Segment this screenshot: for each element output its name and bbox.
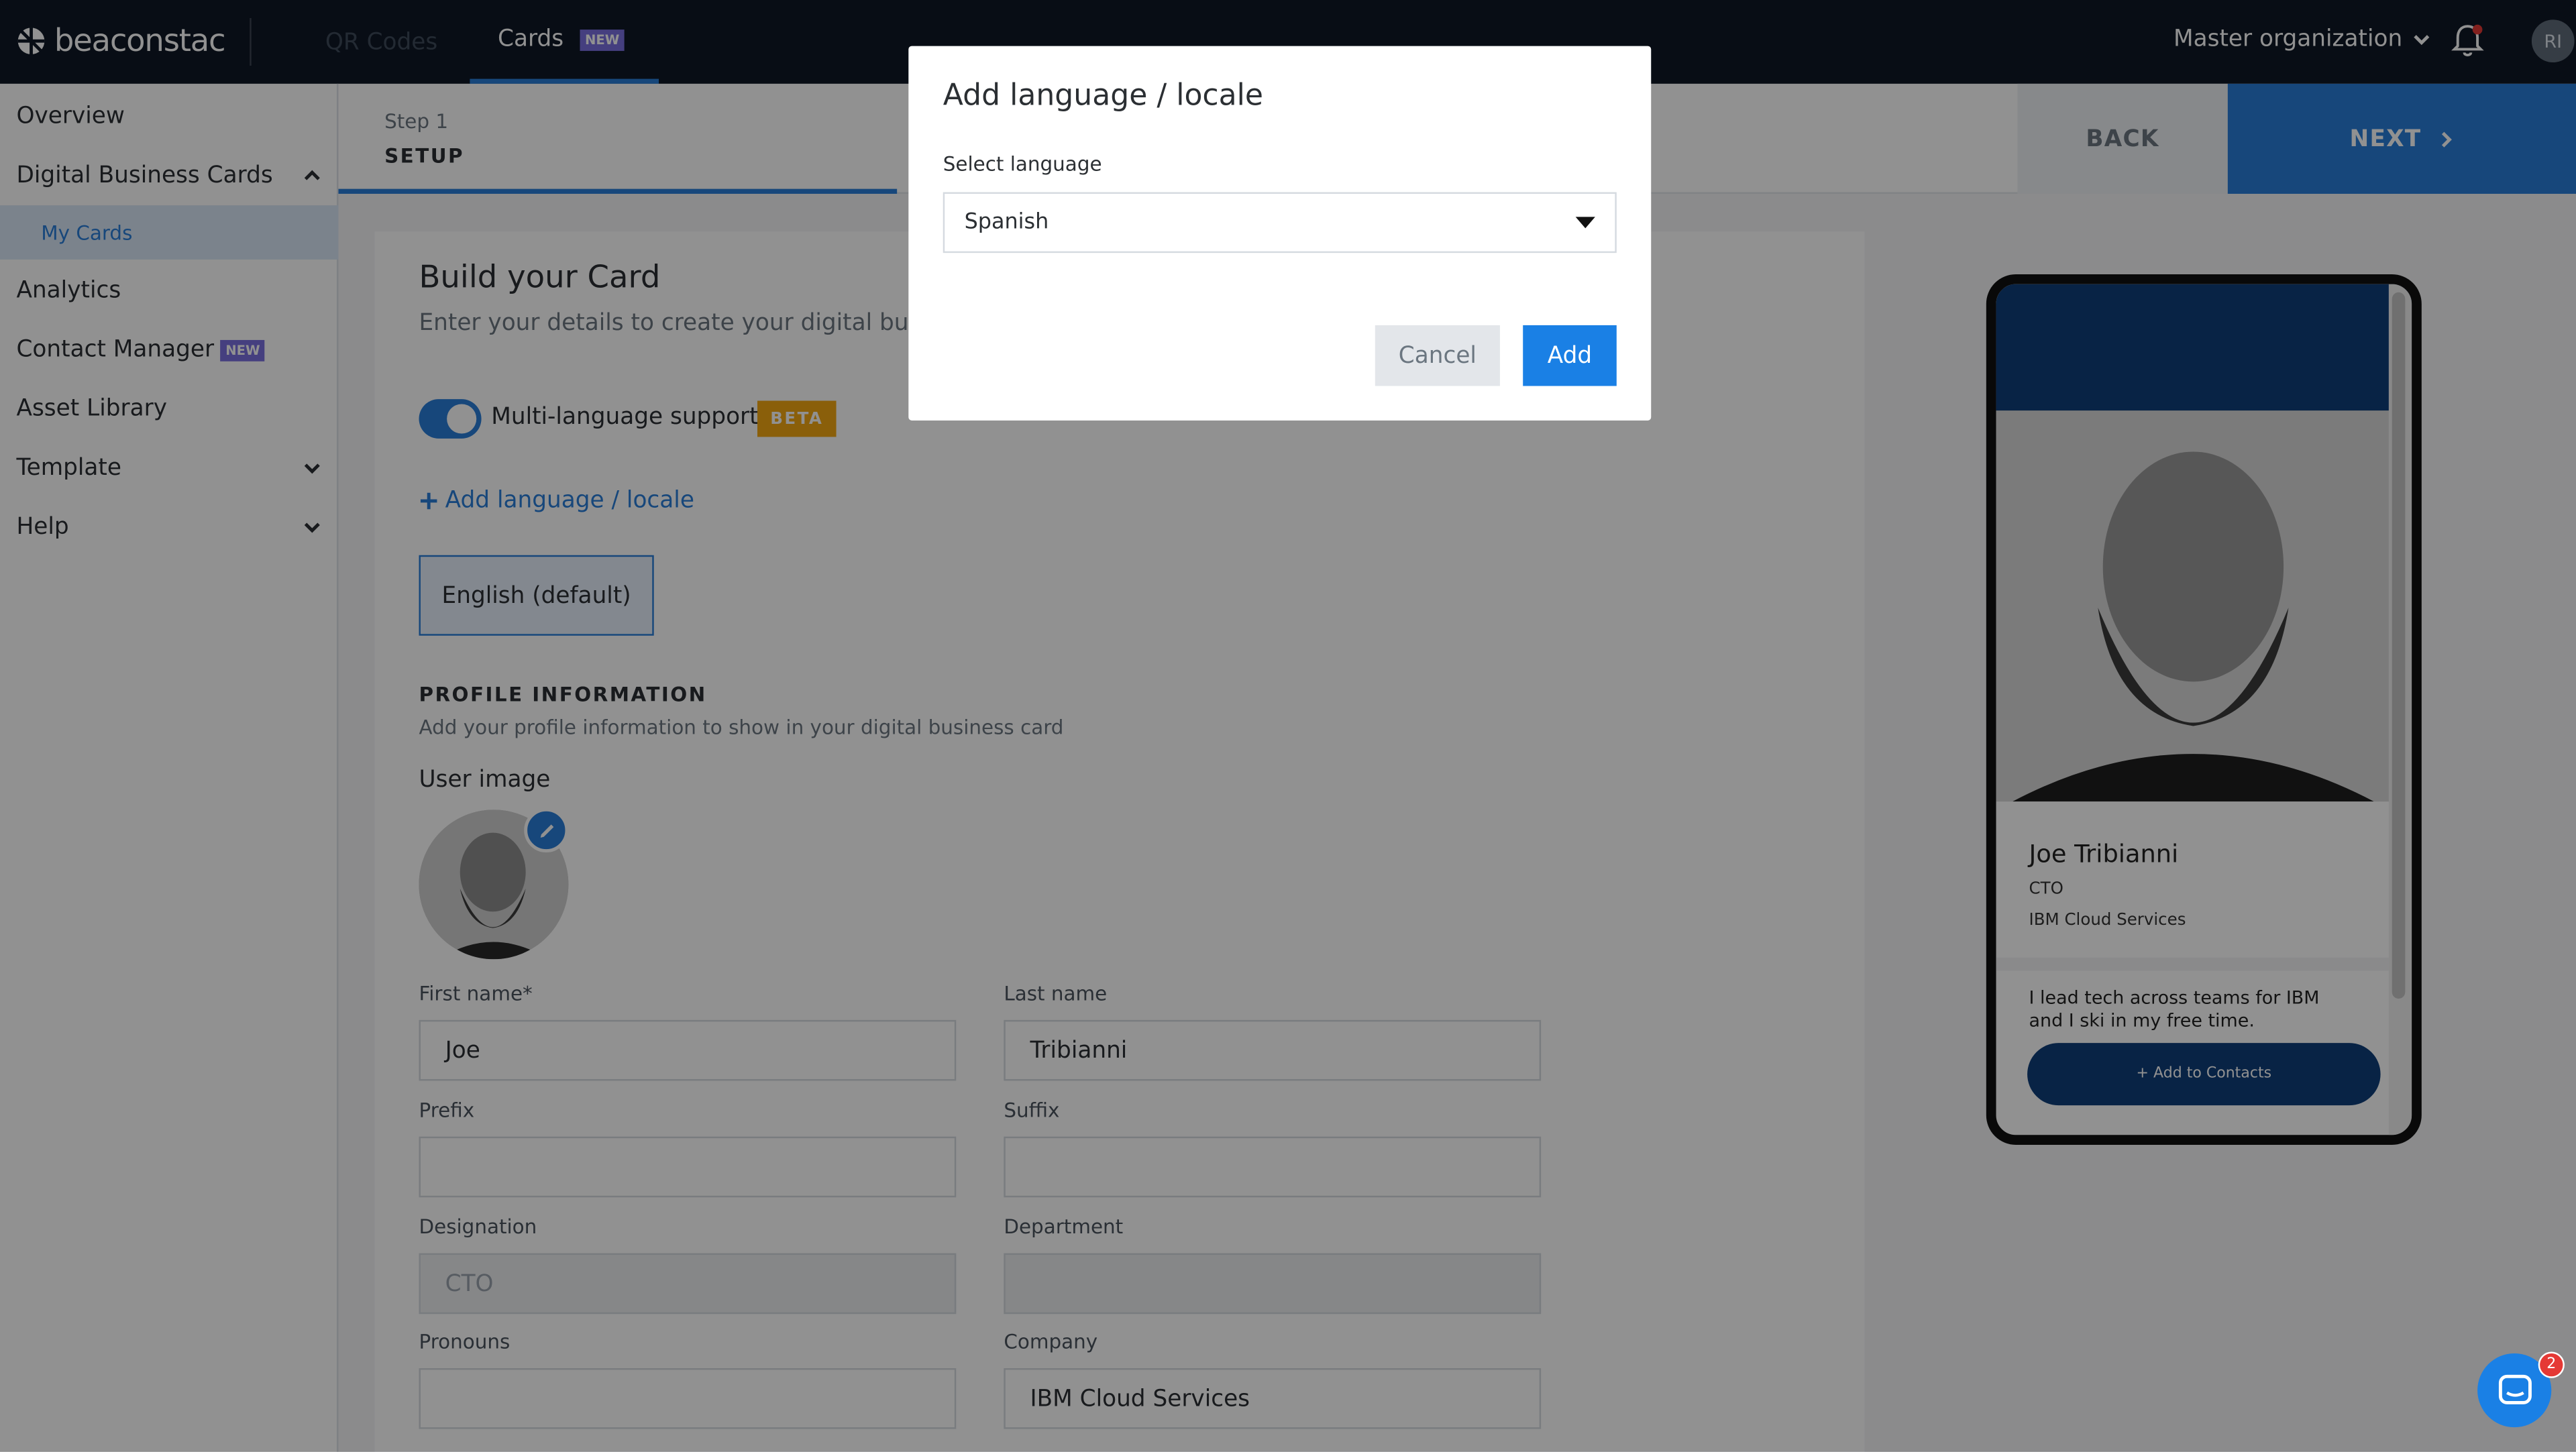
cancel-button[interactable]: Cancel <box>1375 325 1500 386</box>
language-select[interactable]: Spanish <box>943 192 1617 254</box>
add-language-modal: Add language / locale Select language Sp… <box>908 46 1652 421</box>
chat-unread-badge: 2 <box>2538 1351 2565 1378</box>
cancel-button-label: Cancel <box>1398 342 1477 369</box>
add-button-label: Add <box>1547 342 1593 369</box>
modal-title: Add language / locale <box>943 78 1264 113</box>
add-button[interactable]: Add <box>1523 325 1617 386</box>
language-select-value: Spanish <box>964 210 1049 235</box>
chat-icon <box>2498 1374 2531 1404</box>
select-language-label: Select language <box>943 152 1102 176</box>
caret-down-icon <box>1575 216 1595 228</box>
